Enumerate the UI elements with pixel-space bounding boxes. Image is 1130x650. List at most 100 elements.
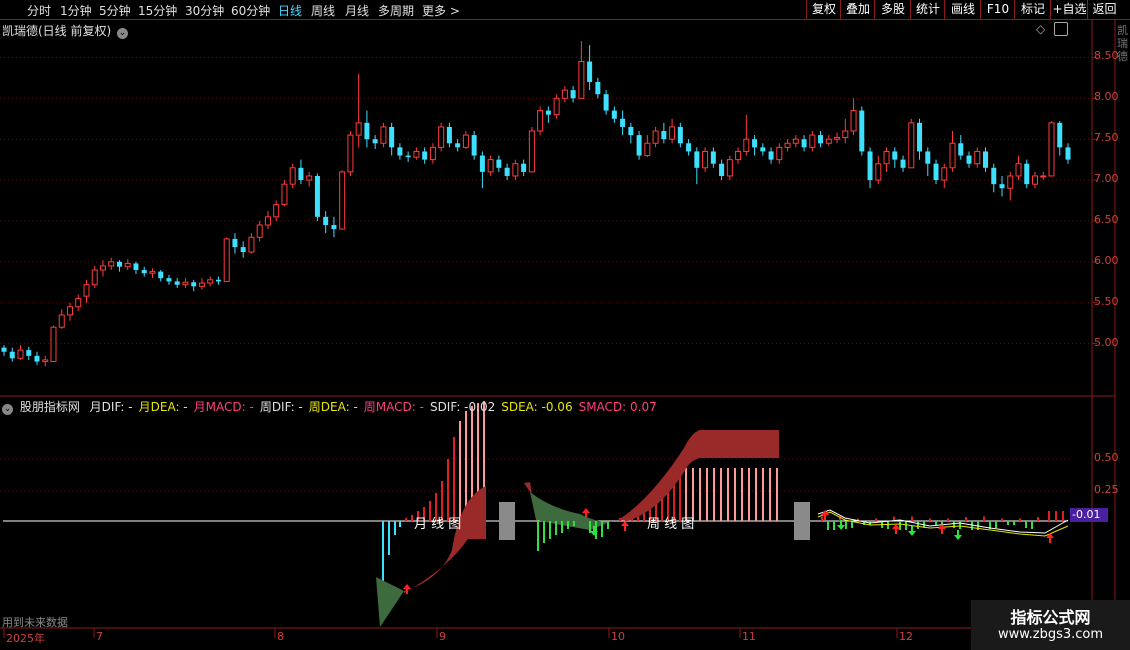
x-tick-label: 2025年 bbox=[6, 632, 45, 645]
candle bbox=[141, 266, 147, 277]
x-tick-label: 12 bbox=[899, 630, 913, 643]
period-tab-6[interactable]: 日线 bbox=[278, 2, 302, 19]
candlestick-series bbox=[1, 41, 1071, 367]
price-tick-label: 6.00 bbox=[1094, 253, 1119, 267]
toolbar-button-2[interactable]: 多股 bbox=[874, 0, 911, 19]
candle bbox=[116, 260, 122, 272]
toolbar-button-5[interactable]: F10 bbox=[980, 0, 1015, 19]
candle bbox=[380, 122, 387, 148]
candle bbox=[570, 86, 576, 103]
candle bbox=[1057, 121, 1063, 156]
candle bbox=[323, 211, 329, 234]
period-tab-7[interactable]: 周线 bbox=[311, 2, 335, 19]
window-toggle-icon[interactable] bbox=[1054, 22, 1068, 36]
candle bbox=[1007, 171, 1014, 201]
candle bbox=[34, 351, 40, 365]
candle bbox=[983, 147, 989, 172]
candle bbox=[1048, 121, 1055, 177]
candle bbox=[958, 135, 964, 160]
candle bbox=[504, 163, 510, 181]
watermark: 指标公式网 www.zbgs3.com bbox=[971, 600, 1130, 650]
buy-arrow-icon bbox=[621, 521, 629, 531]
toolbar-button-6[interactable]: 标记 bbox=[1014, 0, 1051, 19]
period-tab-4[interactable]: 30分钟 bbox=[185, 2, 224, 19]
period-tab-2[interactable]: 5分钟 bbox=[99, 2, 131, 19]
indicator-series bbox=[376, 401, 1069, 627]
chart-area bbox=[0, 20, 1130, 638]
legend-item-1: 月DEA: - bbox=[138, 400, 188, 414]
candle bbox=[487, 155, 494, 176]
period-tab-10[interactable]: 更多 > bbox=[422, 2, 460, 19]
candle bbox=[331, 216, 337, 238]
candle bbox=[17, 345, 24, 360]
candle bbox=[892, 147, 898, 168]
candle bbox=[191, 279, 197, 292]
legend-item-6: SDIF: -0.02 bbox=[429, 400, 496, 414]
x-tick-label: 10 bbox=[611, 630, 625, 643]
period-tab-1[interactable]: 1分钟 bbox=[60, 2, 92, 19]
diamond-icon[interactable]: ◇ bbox=[1036, 22, 1045, 36]
candle bbox=[149, 268, 156, 279]
indicator-tick-label: 0.50 bbox=[1094, 451, 1119, 464]
candle bbox=[405, 151, 411, 163]
candle bbox=[462, 131, 469, 149]
candle bbox=[223, 237, 230, 282]
period-tab-8[interactable]: 月线 bbox=[345, 2, 369, 19]
gap-block bbox=[499, 502, 515, 540]
candle bbox=[182, 278, 189, 288]
gap-block bbox=[794, 502, 810, 540]
weekly-chart-label: 周 线 图 bbox=[647, 517, 695, 532]
candle bbox=[512, 159, 519, 181]
candle bbox=[528, 126, 535, 173]
candle bbox=[628, 122, 634, 144]
period-tab-9[interactable]: 多周期 bbox=[378, 2, 414, 19]
candle bbox=[792, 135, 799, 148]
toolbar-button-0[interactable]: 复权 bbox=[806, 0, 841, 19]
candle bbox=[158, 269, 164, 282]
candle bbox=[50, 325, 57, 363]
candle bbox=[677, 122, 683, 148]
toolbar-button-4[interactable]: 画线 bbox=[944, 0, 981, 19]
candle bbox=[859, 106, 865, 156]
candle bbox=[941, 163, 948, 189]
main-grid bbox=[0, 56, 1097, 345]
candle bbox=[108, 257, 115, 270]
candle bbox=[1065, 143, 1071, 164]
legend-item-2: 月MACD: - bbox=[193, 400, 254, 414]
candle bbox=[818, 131, 824, 148]
candle bbox=[752, 135, 758, 156]
price-tick-label: 6.50 bbox=[1094, 212, 1119, 226]
period-tab-0[interactable]: 分时 bbox=[27, 2, 51, 19]
legend-item-0: 月DIF: - bbox=[89, 400, 133, 414]
price-tick-label: 8.50 bbox=[1094, 49, 1119, 63]
candle bbox=[776, 143, 783, 164]
candle bbox=[644, 135, 651, 158]
toolbar-button-7[interactable]: +自选 bbox=[1050, 0, 1088, 19]
legend-item-4: 周DEA: - bbox=[308, 400, 358, 414]
candle bbox=[834, 132, 841, 144]
candle bbox=[842, 118, 849, 144]
toolbar-button-3[interactable]: 统计 bbox=[910, 0, 945, 19]
toolbar-button-1[interactable]: 叠加 bbox=[840, 0, 875, 19]
candle bbox=[372, 135, 378, 149]
candle bbox=[719, 159, 725, 181]
candle bbox=[917, 118, 923, 160]
candle bbox=[413, 147, 420, 160]
candle bbox=[198, 278, 205, 290]
chevron-down-icon[interactable]: ⌄ bbox=[117, 28, 129, 39]
candle bbox=[578, 41, 585, 99]
settings-circle-icon[interactable]: ⌄ bbox=[2, 404, 13, 415]
period-tab-3[interactable]: 15分钟 bbox=[138, 2, 177, 19]
candle bbox=[1024, 159, 1030, 189]
watermark-title: 指标公式网 bbox=[1010, 608, 1091, 627]
sell-arrow-icon bbox=[908, 526, 916, 536]
legend-item-7: SDEA: -0.06 bbox=[501, 400, 573, 414]
period-tab-5[interactable]: 60分钟 bbox=[231, 2, 270, 19]
candle bbox=[545, 106, 551, 123]
macd-band-red bbox=[404, 486, 486, 593]
candle bbox=[479, 151, 485, 189]
toolbar-button-8[interactable]: 返回 bbox=[1087, 0, 1121, 19]
candle bbox=[289, 163, 296, 189]
x-axis bbox=[3, 628, 898, 638]
candle bbox=[867, 147, 873, 189]
